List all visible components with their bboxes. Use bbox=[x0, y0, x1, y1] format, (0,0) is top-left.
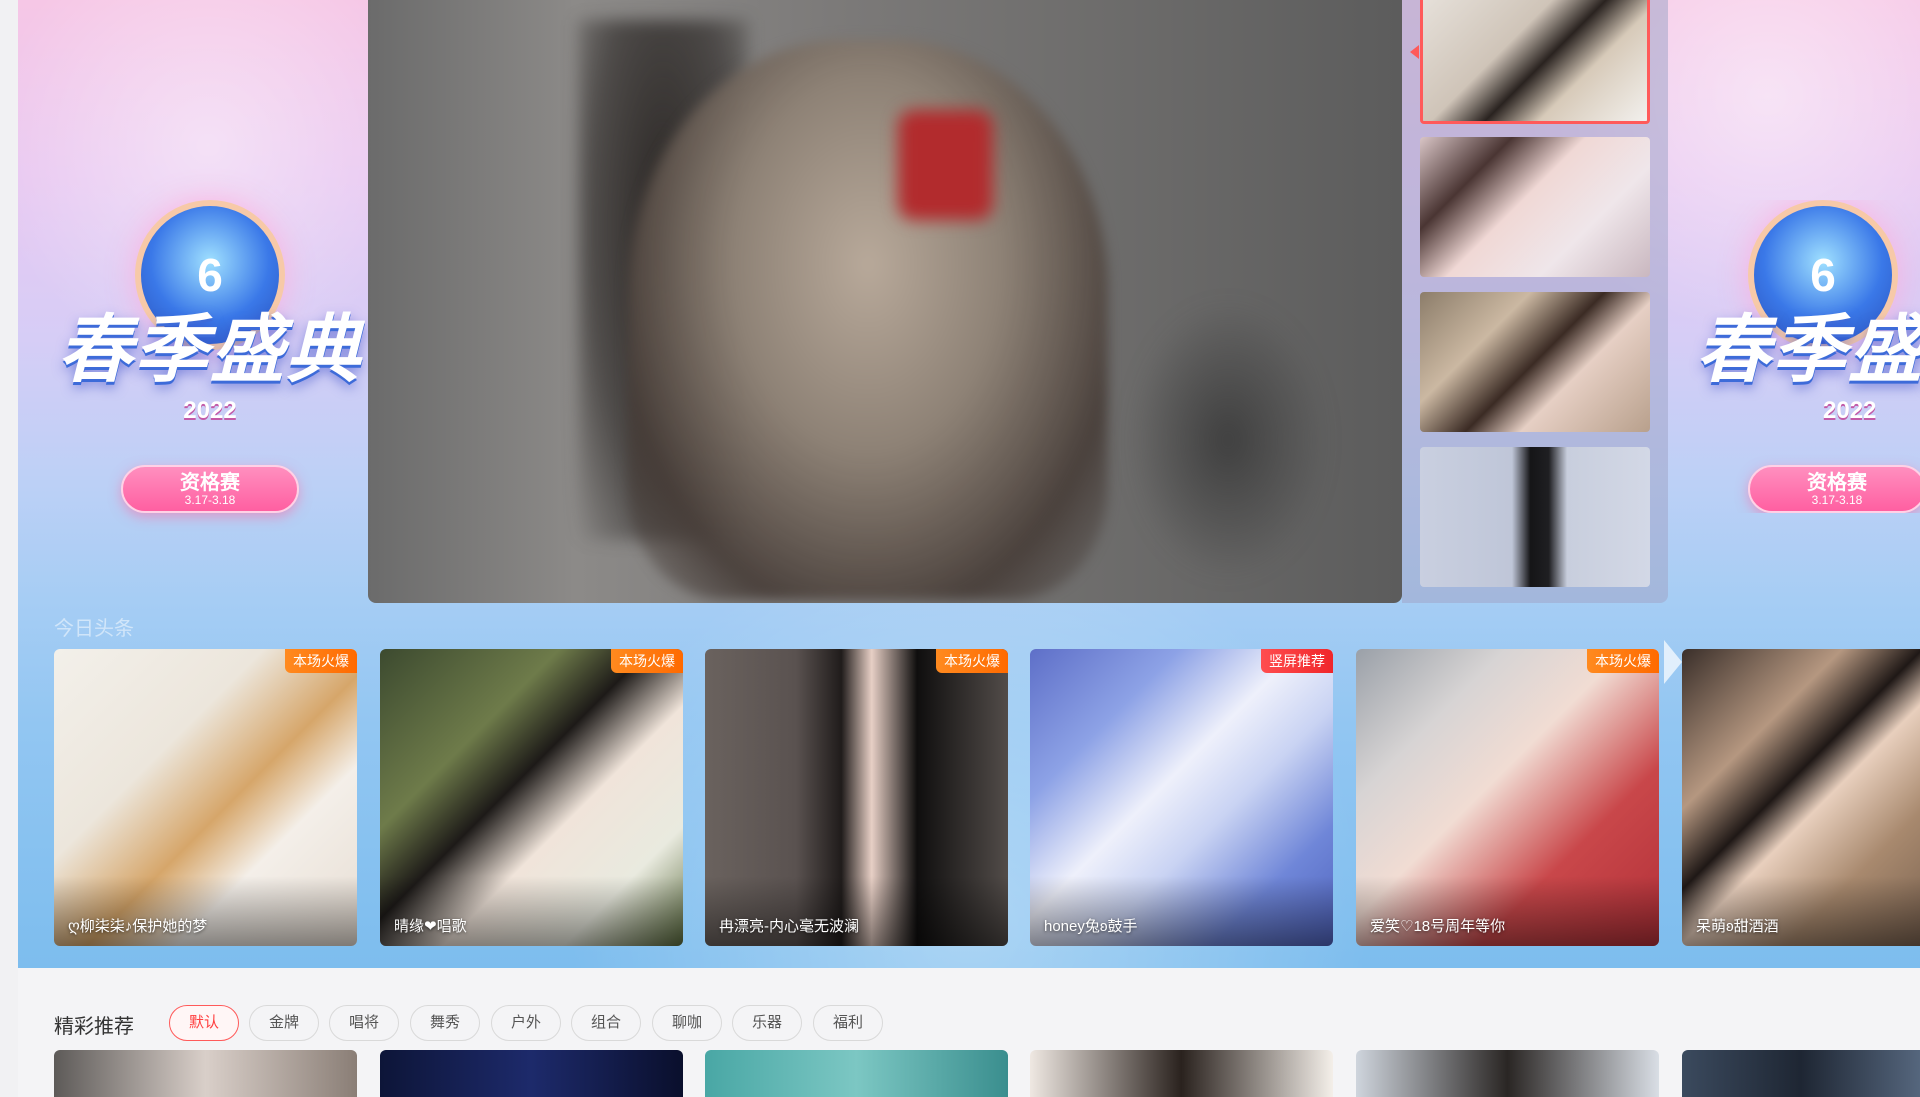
card-streamer-name: 爱笑♡18号周年等你 bbox=[1370, 918, 1506, 935]
hot-section-title: 今日头条 bbox=[54, 618, 134, 640]
hot-stream-card[interactable]: 本场火爆 爱笑♡18号周年等你 bbox=[1356, 649, 1659, 946]
player-video-frame bbox=[628, 40, 1108, 600]
recommend-stream-card[interactable] bbox=[1030, 1050, 1333, 1097]
stream-thumbnail-list bbox=[1402, 0, 1668, 603]
card-badge: 本场火爆 bbox=[611, 649, 683, 673]
filter-outdoor[interactable]: 户外 bbox=[491, 1005, 561, 1041]
card-streamer-name: 晴缘❤唱歌 bbox=[394, 918, 467, 935]
card-streamer-name: 冉漂亮-内心毫无波澜 bbox=[719, 918, 859, 935]
event-stage-dates: 3.17-3.18 bbox=[184, 492, 236, 507]
hot-stream-card[interactable]: 呆萌ʚ甜酒酒 bbox=[1682, 649, 1920, 946]
event-logo-left[interactable]: 6 春季盛典 2022 资格赛 3.17-3.18 bbox=[50, 200, 370, 513]
filter-gold[interactable]: 金牌 bbox=[249, 1005, 319, 1041]
filter-chat[interactable]: 聊咖 bbox=[652, 1005, 722, 1041]
card-badge: 本场火爆 bbox=[285, 649, 357, 673]
hot-stream-card[interactable]: 本场火爆 晴缘❤唱歌 bbox=[380, 649, 683, 946]
event-year: 2022 bbox=[1823, 397, 1877, 424]
hot-stream-card[interactable]: 本场火爆 冉漂亮-内心毫无波澜 bbox=[705, 649, 1008, 946]
filter-group[interactable]: 组合 bbox=[571, 1005, 641, 1041]
event-stage-button[interactable]: 资格赛 3.17-3.18 bbox=[1748, 465, 1920, 513]
left-edge-strip bbox=[0, 0, 18, 1097]
live-video-player[interactable] bbox=[368, 0, 1402, 603]
stream-thumbnail[interactable] bbox=[1420, 447, 1650, 587]
recommend-stream-card[interactable] bbox=[1356, 1050, 1659, 1097]
recommend-stream-card[interactable] bbox=[380, 1050, 683, 1097]
event-year: 2022 bbox=[183, 397, 237, 424]
event-stage-label: 资格赛 bbox=[1807, 471, 1867, 494]
filter-instrument[interactable]: 乐器 bbox=[732, 1005, 802, 1041]
recommend-title: 精彩推荐 bbox=[54, 1016, 134, 1038]
stream-thumbnail[interactable] bbox=[1420, 0, 1650, 124]
event-title: 春季盛典 bbox=[1696, 308, 1920, 391]
card-streamer-name: honey兔ʚ鼓手 bbox=[1044, 918, 1138, 935]
stream-thumbnail[interactable] bbox=[1420, 137, 1650, 277]
player-video-frame bbox=[898, 110, 993, 220]
active-indicator-icon bbox=[1410, 45, 1419, 59]
thumbnail-image bbox=[1420, 447, 1650, 587]
card-badge: 本场火爆 bbox=[936, 649, 1008, 673]
event-stage-label: 资格赛 bbox=[180, 471, 240, 494]
card-badge: 竖屏推荐 bbox=[1261, 649, 1333, 673]
filter-default[interactable]: 默认 bbox=[169, 1005, 239, 1041]
card-streamer-name: ღ柳柒柒♪保护她的梦 bbox=[68, 918, 208, 935]
recommend-stream-card[interactable] bbox=[1682, 1050, 1920, 1097]
thumbnail-image bbox=[1420, 292, 1650, 432]
carousel-next-icon[interactable] bbox=[1664, 640, 1682, 684]
event-logo-right[interactable]: 6 春季盛典 2022 资格赛 3.17-3.18 bbox=[1678, 200, 1920, 513]
stream-thumbnail[interactable] bbox=[1420, 292, 1650, 432]
filter-singer[interactable]: 唱将 bbox=[329, 1005, 399, 1041]
event-title: 春季盛典 bbox=[58, 308, 362, 391]
filter-dance[interactable]: 舞秀 bbox=[410, 1005, 480, 1041]
player-video-frame bbox=[1128, 300, 1328, 580]
card-streamer-name: 呆萌ʚ甜酒酒 bbox=[1696, 918, 1779, 935]
hot-stream-card[interactable]: 竖屏推荐 honey兔ʚ鼓手 bbox=[1030, 649, 1333, 946]
hot-stream-card[interactable]: 本场火爆 ღ柳柒柒♪保护她的梦 bbox=[54, 649, 357, 946]
thumbnail-image bbox=[1423, 0, 1647, 121]
filter-welfare[interactable]: 福利 bbox=[813, 1005, 883, 1041]
recommend-stream-card[interactable] bbox=[705, 1050, 1008, 1097]
event-stage-dates: 3.17-3.18 bbox=[1811, 492, 1863, 507]
thumbnail-image bbox=[1420, 137, 1650, 277]
recommend-stream-card[interactable] bbox=[54, 1050, 357, 1097]
card-badge: 本场火爆 bbox=[1587, 649, 1659, 673]
event-stage-button[interactable]: 资格赛 3.17-3.18 bbox=[121, 465, 299, 513]
